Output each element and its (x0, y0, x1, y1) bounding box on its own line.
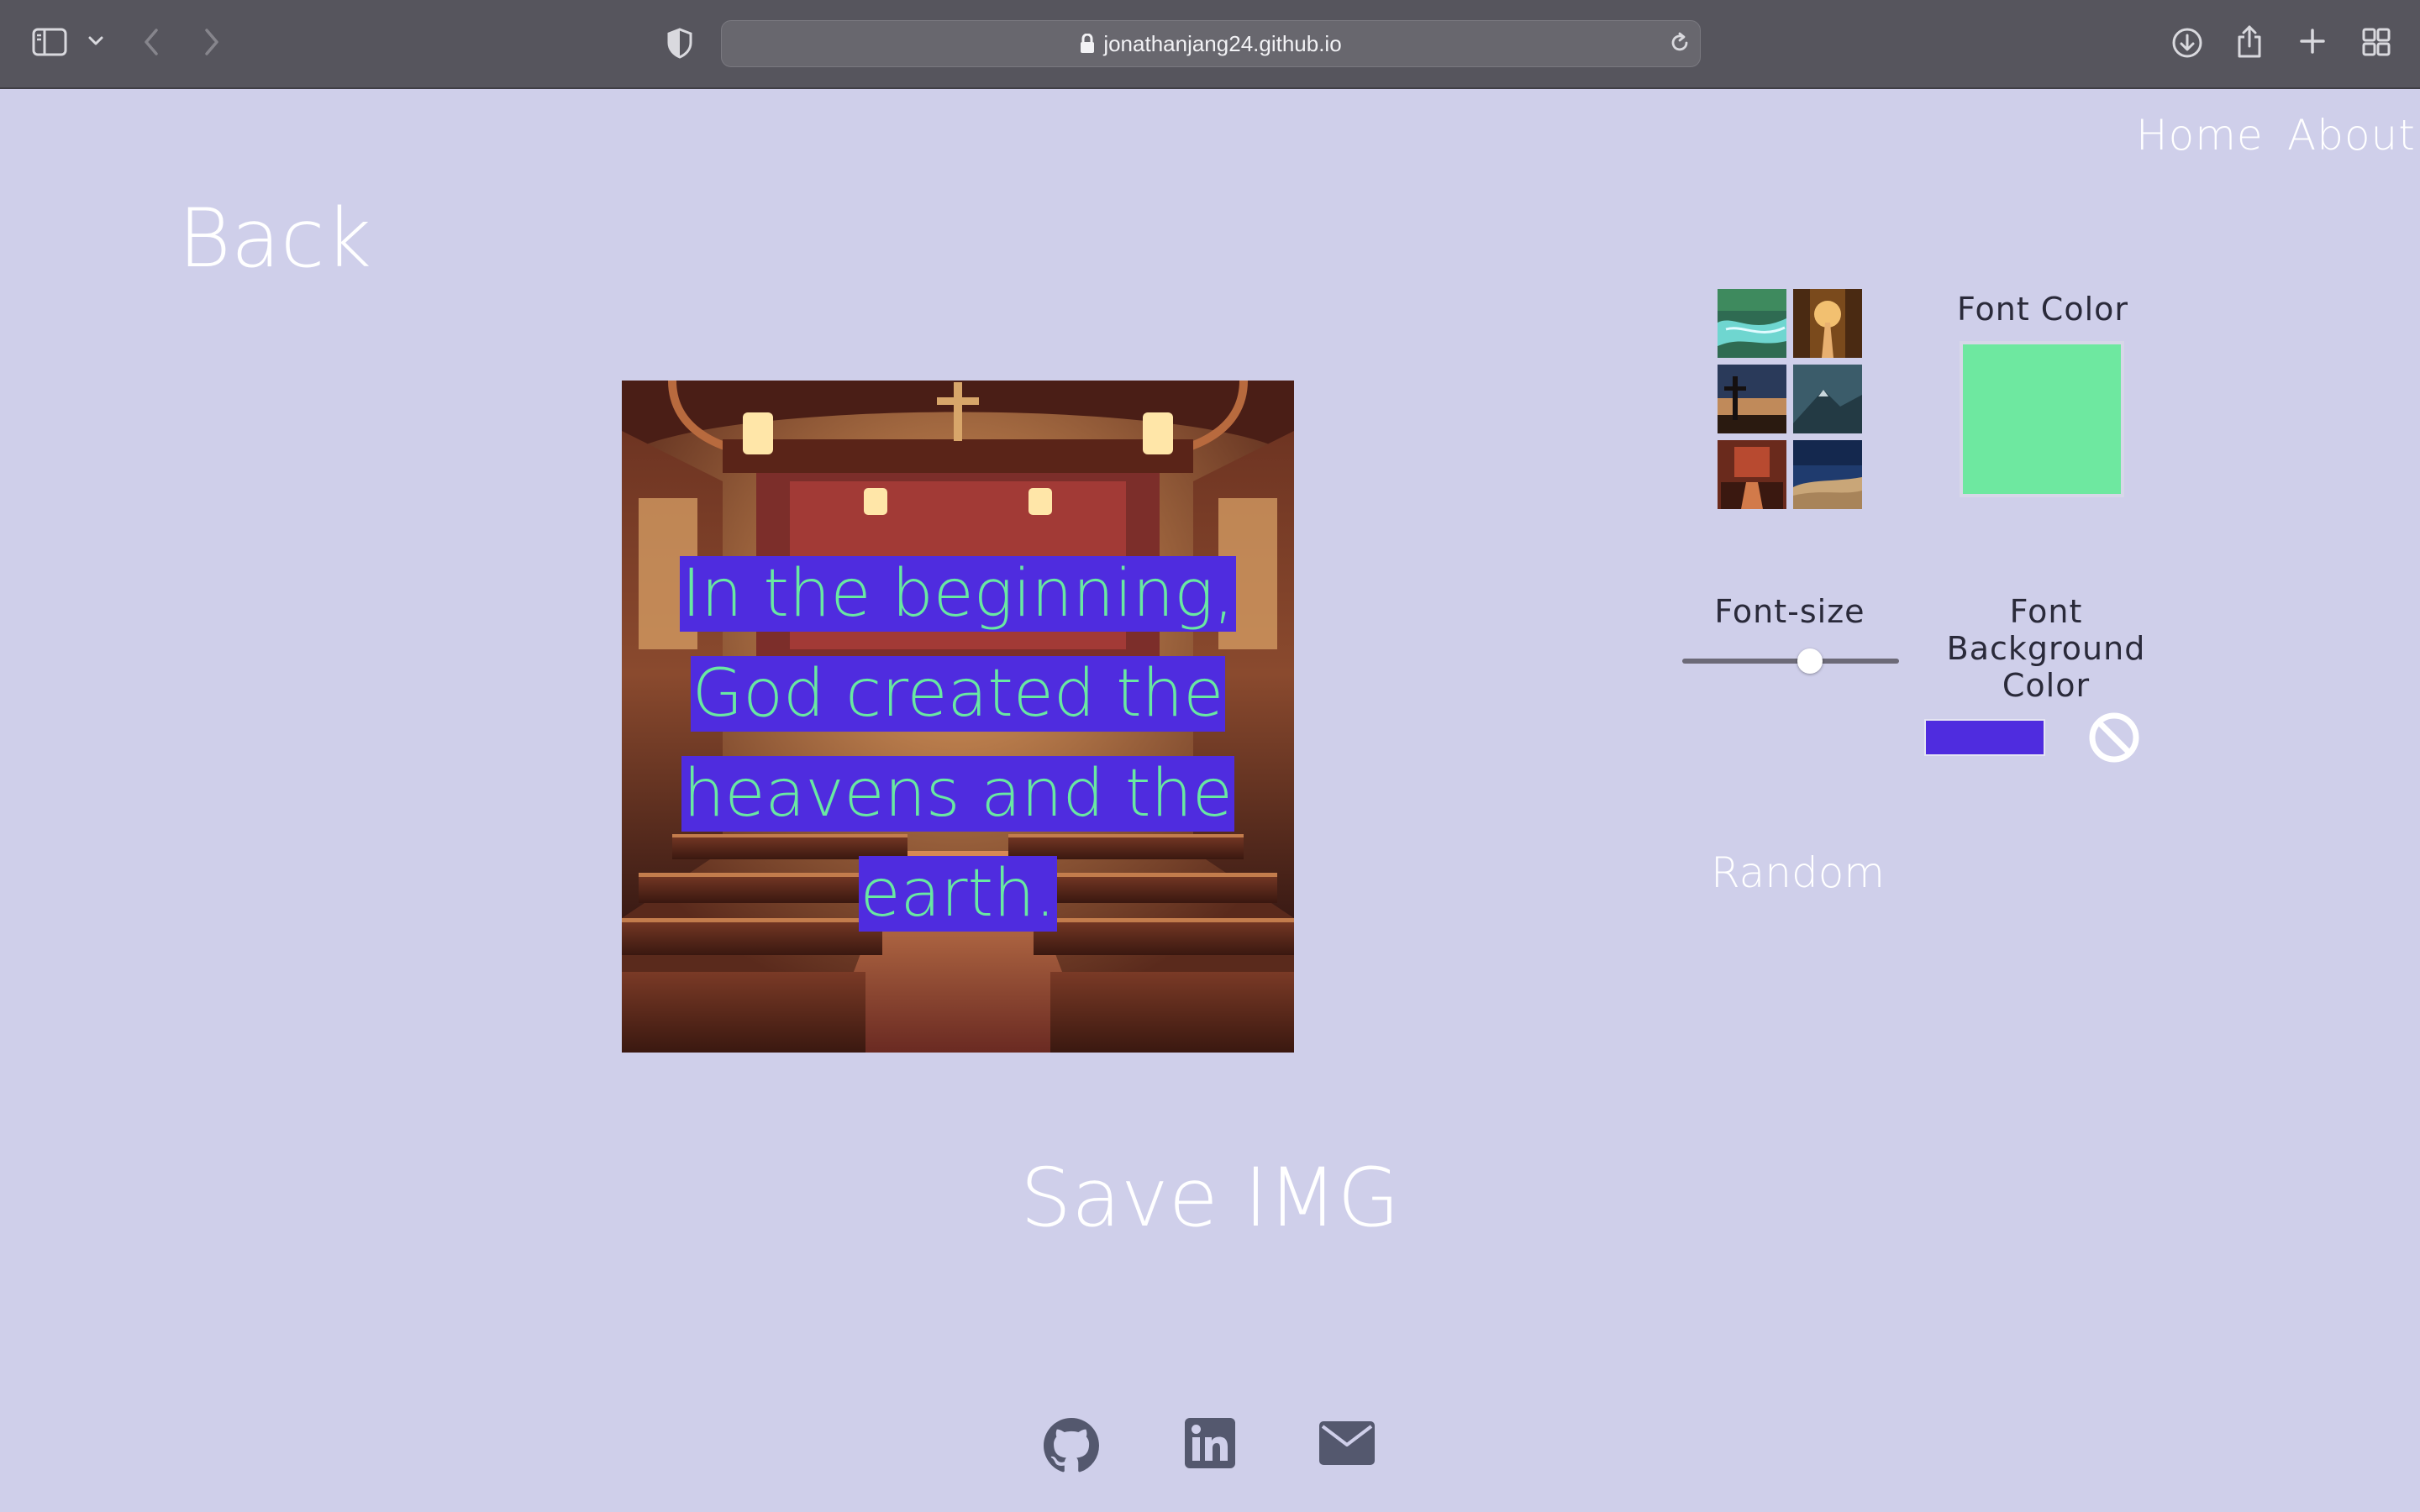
font-size-slider-track (1682, 659, 1899, 664)
sidebar-toggle-icon[interactable] (32, 27, 67, 57)
reload-icon[interactable] (1668, 31, 1691, 55)
back-arrow-icon[interactable] (141, 27, 161, 57)
verse-overlay[interactable]: In the beginning, God created the heaven… (622, 553, 1294, 953)
address-bar[interactable]: jonathanjang24.github.io (721, 20, 1701, 67)
font-background-color-picker[interactable] (1924, 719, 2045, 756)
font-size-label: Font-size (1714, 593, 1865, 630)
tab-overview-icon[interactable] (2361, 27, 2391, 57)
nav-home-link[interactable]: Home (2136, 111, 2264, 160)
privacy-shield-icon[interactable] (666, 27, 694, 59)
background-picker (1718, 289, 1862, 509)
random-button[interactable]: Random (1711, 848, 1885, 897)
downloads-icon[interactable] (2171, 27, 2203, 59)
font-background-color-label: Font Background Color (1933, 593, 2160, 704)
font-bg-label-line-2: Background (1946, 630, 2146, 667)
font-size-slider[interactable] (1682, 648, 1899, 674)
browser-toolbar: jonathanjang24.github.io (0, 0, 2420, 89)
font-bg-label-line-1: Font (2009, 593, 2083, 630)
nav-about-link[interactable]: About (2287, 111, 2416, 160)
back-link[interactable]: Back (178, 192, 371, 286)
no-background-icon[interactable] (2087, 711, 2141, 768)
desert-night-background-thumb[interactable] (1793, 440, 1862, 509)
forward-arrow-icon[interactable] (202, 27, 222, 57)
forest-path-background-thumb[interactable] (1793, 289, 1862, 358)
linkedin-icon[interactable] (1185, 1418, 1235, 1472)
font-size-slider-thumb[interactable] (1797, 648, 1823, 674)
mountain-background-thumb[interactable] (1793, 365, 1862, 433)
share-icon[interactable] (2235, 24, 2264, 59)
url-text: jonathanjang24.github.io (722, 21, 1700, 66)
river-background-thumb[interactable] (1718, 289, 1786, 358)
verse-text: In the beginning, God created the heaven… (680, 556, 1236, 932)
save-image-button[interactable]: Save IMG (0, 1151, 2420, 1245)
email-icon[interactable] (1319, 1421, 1375, 1468)
lock-icon (1081, 34, 1095, 53)
new-tab-icon[interactable] (2299, 27, 2326, 55)
church-interior-background-thumb[interactable] (1718, 440, 1786, 509)
font-color-label: Font Color (1956, 291, 2129, 328)
font-color-picker[interactable] (1960, 341, 2124, 497)
github-icon[interactable] (1044, 1418, 1099, 1477)
verse-image-preview: In the beginning, God created the heaven… (622, 381, 1294, 1053)
font-bg-label-line-3: Color (2002, 667, 2091, 704)
cross-sunset-background-thumb[interactable] (1718, 365, 1786, 433)
url-label: jonathanjang24.github.io (1103, 31, 1342, 56)
chevron-down-icon[interactable] (87, 35, 104, 47)
